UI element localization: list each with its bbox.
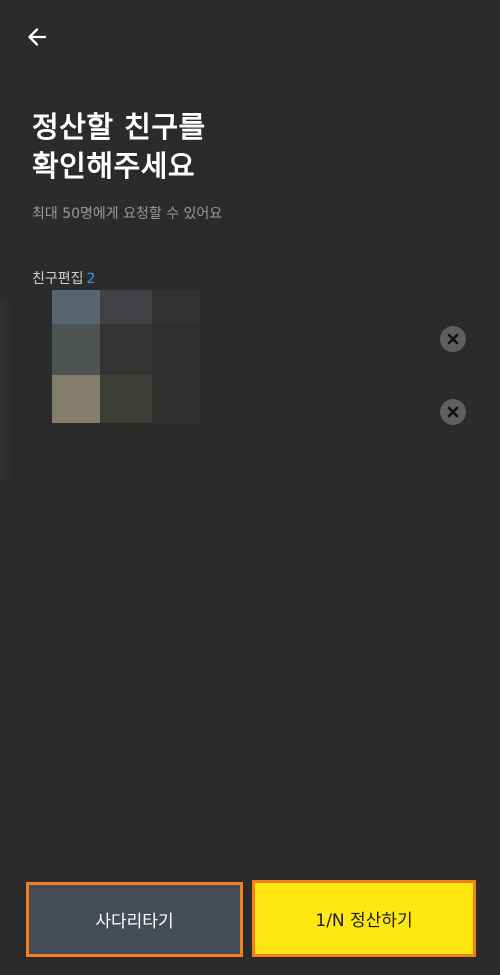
ladder-game-label: 사다리타기 <box>95 912 174 932</box>
close-icon <box>447 333 459 345</box>
arrow-left-icon <box>28 28 47 46</box>
settlement-friends-screen: 정산할 친구를 확인해주세요 최대 50명에게 요청할 수 있어요 친구편집 2 … <box>0 0 500 975</box>
split-evenly-button[interactable]: 1/N 정산하기 <box>252 880 476 957</box>
friend-row <box>0 385 500 441</box>
friend-edit-label: 친구편집 <box>32 271 84 287</box>
friend-row <box>0 311 500 367</box>
remove-friend-button[interactable] <box>440 399 466 425</box>
split-evenly-label: 1/N 정산하기 <box>315 911 413 931</box>
friend-edit-link[interactable]: 친구편집 2 <box>32 268 95 288</box>
friend-count: 2 <box>86 271 96 287</box>
back-button[interactable] <box>20 20 54 54</box>
page-title: 정산할 친구를 확인해주세요 <box>32 110 206 183</box>
ladder-game-button[interactable]: 사다리타기 <box>26 882 243 957</box>
remove-friend-button[interactable] <box>440 326 466 352</box>
page-subtitle: 최대 50명에게 요청할 수 있어요 <box>32 206 223 222</box>
close-icon <box>447 406 459 418</box>
